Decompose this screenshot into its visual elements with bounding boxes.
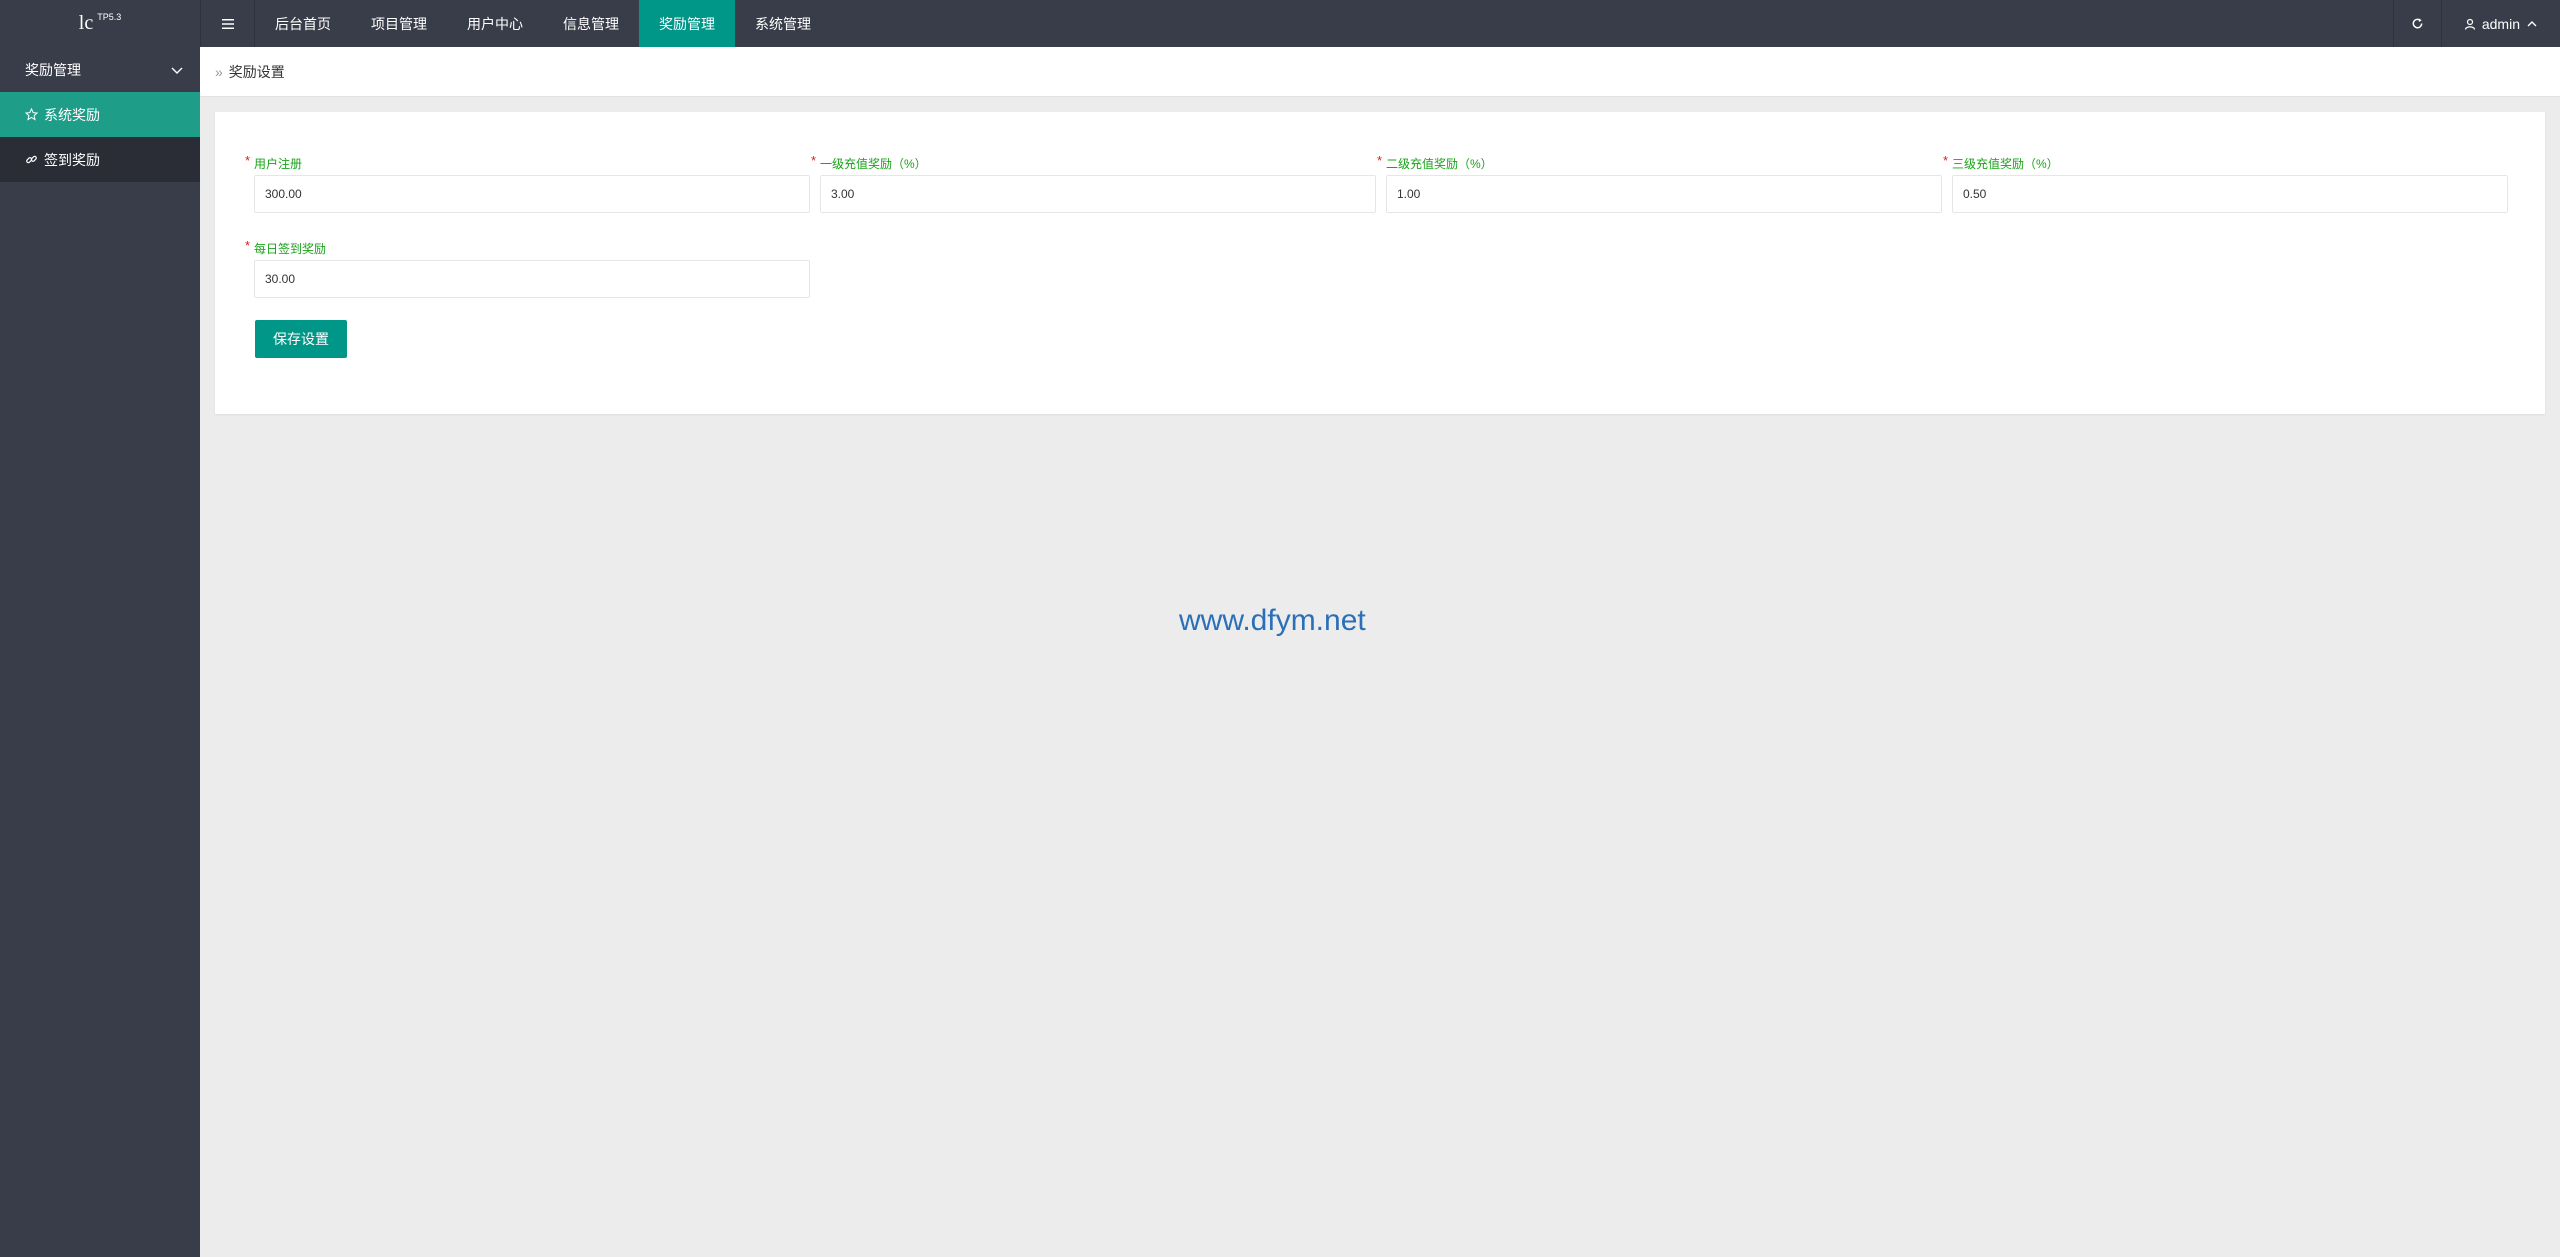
sidebar: 奖励管理 系统奖励 签到奖励	[0, 47, 200, 1257]
hamburger-icon	[221, 18, 234, 29]
user-name: admin	[2481, 15, 2520, 32]
breadcrumb: » 奖励设置	[200, 47, 2560, 97]
link-icon	[26, 155, 37, 164]
sidebar-section-rewards[interactable]: 奖励管理	[0, 47, 200, 92]
refresh-button[interactable]	[2392, 0, 2441, 47]
field-daily-checkin: * 每日签到奖励 30.00	[245, 238, 810, 298]
level1-recharge-input[interactable]: 3.00	[820, 175, 1376, 213]
breadcrumb-current: 奖励设置	[228, 63, 285, 80]
level2-recharge-input[interactable]: 1.00	[1386, 175, 1942, 213]
level3-recharge-input[interactable]: 0.50	[1952, 175, 2508, 213]
chevron-up-icon	[2527, 20, 2537, 26]
reward-settings-panel: * 用户注册 300.00 * 一级充值奖励（%） 3.00 * 二级充值奖励（%） …	[215, 112, 2545, 414]
field-level3-recharge: * 三级充值奖励（%） 0.50	[1943, 153, 2508, 213]
menu-toggle-button[interactable]	[200, 0, 255, 47]
topnav-item-system[interactable]: 系统管理	[735, 0, 831, 47]
required-mark: *	[1377, 153, 1383, 168]
user-register-input[interactable]: 300.00	[254, 175, 810, 213]
sidebar-item-system-reward[interactable]: 系统奖励	[0, 92, 200, 137]
watermark-text: www.dfym.net	[1179, 604, 1366, 637]
field-user-register: * 用户注册 300.00	[245, 153, 810, 213]
field-level1-recharge: * 一级充值奖励（%） 3.00	[811, 153, 1376, 213]
app-logo[interactable]: lc TP5.3	[0, 0, 200, 47]
sidebar-item-label: 签到奖励	[44, 151, 100, 168]
field-level2-recharge: * 二级充值奖励（%） 1.00	[1377, 153, 1942, 213]
top-nav: 后台首页 项目管理 用户中心 信息管理 奖励管理 系统管理	[255, 0, 831, 47]
daily-checkin-input[interactable]: 30.00	[254, 260, 810, 298]
breadcrumb-separator: »	[215, 63, 223, 80]
field-label: * 每日签到奖励	[245, 238, 327, 256]
field-label: * 用户注册	[245, 153, 303, 171]
required-mark: *	[1943, 153, 1949, 168]
field-label: * 二级充值奖励（%）	[1377, 153, 1493, 171]
refresh-icon	[2412, 18, 2423, 29]
topnav-item-users[interactable]: 用户中心	[447, 0, 543, 47]
user-menu[interactable]: admin	[2440, 0, 2560, 47]
user-icon	[2464, 18, 2475, 30]
sidebar-item-label: 系统奖励	[44, 106, 100, 123]
sidebar-item-checkin-reward[interactable]: 签到奖励	[0, 137, 200, 182]
topnav-item-projects[interactable]: 项目管理	[351, 0, 447, 47]
logo-text: lc	[78, 12, 94, 34]
topnav-item-dashboard[interactable]: 后台首页	[255, 0, 351, 47]
star-icon	[25, 108, 38, 121]
field-label: * 三级充值奖励（%）	[1943, 153, 2059, 171]
chevron-down-icon	[171, 67, 183, 74]
required-mark: *	[811, 153, 817, 168]
header-actions: admin	[2392, 0, 2560, 47]
logo-version: TP5.3	[97, 11, 122, 22]
field-label: * 一级充值奖励（%）	[811, 153, 927, 171]
top-header: lc TP5.3 后台首页 项目管理 用户中心 信息管理 奖励管理 系统管理 a…	[0, 0, 2560, 47]
save-settings-button[interactable]: 保存设置	[255, 320, 347, 358]
required-mark: *	[245, 153, 251, 168]
topnav-item-rewards[interactable]: 奖励管理	[639, 0, 735, 47]
required-mark: *	[245, 238, 251, 253]
topnav-item-info[interactable]: 信息管理	[543, 0, 639, 47]
sidebar-section-title: 奖励管理	[25, 61, 81, 78]
